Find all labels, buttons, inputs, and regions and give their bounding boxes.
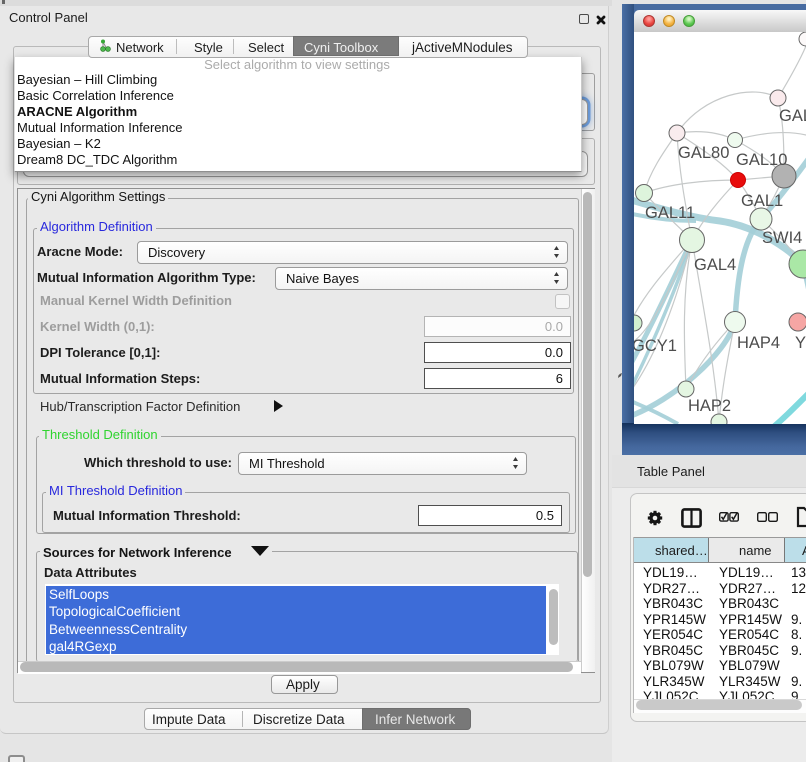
- svg-text:GAL10: GAL10: [736, 151, 787, 169]
- svg-text:GAL11: GAL11: [645, 204, 695, 222]
- svg-text:GAL: GAL: [779, 107, 806, 125]
- svg-text:Y: Y: [795, 334, 806, 352]
- svg-text:HAP4: HAP4: [737, 334, 780, 352]
- svg-text:GAL1: GAL1: [741, 192, 783, 210]
- svg-text:SWI4: SWI4: [762, 229, 802, 247]
- svg-text:GAL80: GAL80: [678, 144, 729, 162]
- svg-text:GCY1: GCY1: [634, 337, 677, 355]
- svg-text:HAP2: HAP2: [688, 397, 731, 415]
- svg-text:GAL4: GAL4: [694, 256, 736, 274]
